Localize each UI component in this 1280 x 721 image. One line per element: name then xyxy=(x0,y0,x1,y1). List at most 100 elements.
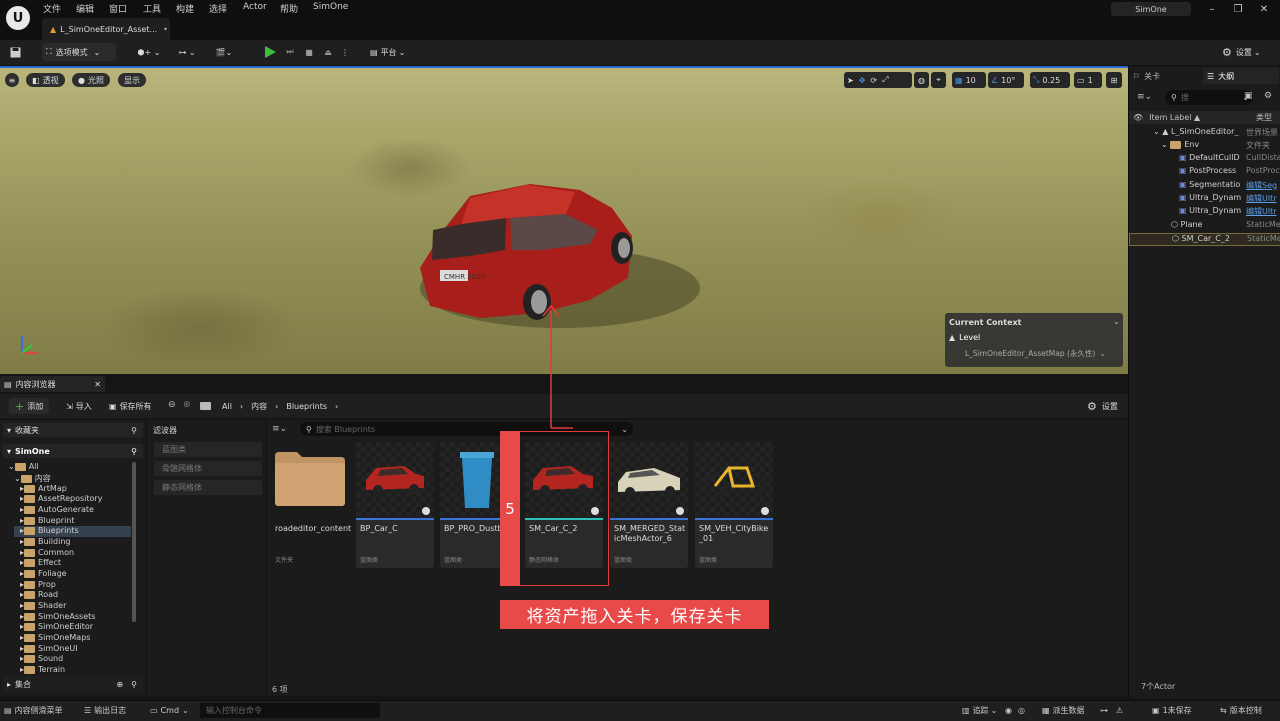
step-icon[interactable]: ⏭ xyxy=(281,43,299,61)
tree-item[interactable]: ▸ Terrain xyxy=(20,665,65,674)
world-space-icon[interactable]: ◍ xyxy=(914,72,929,88)
tree-item[interactable]: ▸ Sound xyxy=(20,654,63,665)
search-icon[interactable]: ⚲ xyxy=(131,447,137,456)
camera-speed-button[interactable]: ▭ 1 xyxy=(1074,72,1102,88)
snapshot-icon[interactable]: ◎ xyxy=(1018,706,1025,715)
close-tab-icon[interactable]: ✕ xyxy=(94,380,101,389)
tree-item[interactable]: ▸ Foliage xyxy=(20,569,67,580)
settings-button[interactable]: ⚙ 设置 ⌄ xyxy=(1222,43,1274,61)
context-collapse-icon[interactable]: ⌄ xyxy=(1113,317,1120,326)
filter-static-mesh[interactable]: 静态网格体 xyxy=(154,480,262,495)
console-input[interactable]: 输入控制台命令 xyxy=(200,703,380,718)
outliner-row[interactable]: ▣ Ultra_Dynam 编辑Ultr xyxy=(1129,206,1280,219)
tree-item[interactable]: ▸ Shader xyxy=(20,601,66,612)
more-options-icon[interactable]: ⋮ xyxy=(338,43,352,61)
tree-item[interactable]: ▸ Effect xyxy=(20,558,61,569)
scale-snap-button[interactable]: ⤡ 0.25 xyxy=(1030,72,1070,88)
lit-mode-button[interactable]: ● 光照 xyxy=(72,73,110,87)
cmd-select[interactable]: ▭ Cmd ⌄ xyxy=(150,703,189,718)
source-control-button[interactable]: ⇆ 版本控制 xyxy=(1220,703,1262,718)
add-folder-icon[interactable]: ▣ xyxy=(1244,91,1253,101)
outliner-row[interactable]: ▣ PostProcess PostProc xyxy=(1129,166,1280,179)
move-icon[interactable]: ✥ xyxy=(859,76,866,85)
add-collection-icon[interactable]: ⊕ xyxy=(116,680,123,689)
add-button[interactable]: + 添加 xyxy=(9,398,50,414)
visibility-eye-icon[interactable]: 👁 xyxy=(1133,113,1143,122)
platform-button[interactable]: ▤ 平台 ⌄ xyxy=(370,43,420,61)
asset-tile[interactable]: BP_Car_C 蓝图类 xyxy=(356,442,434,568)
import-button[interactable]: ⇲ 导入 xyxy=(66,398,92,414)
menu-help[interactable]: 帮助 xyxy=(280,2,298,15)
mode-select-button[interactable]: ⛶ 选项模式 ⌄ xyxy=(42,43,116,61)
menu-edit[interactable]: 编辑 xyxy=(76,2,94,15)
grid-snap-button[interactable]: ▦ 10 xyxy=(952,72,986,88)
outliner-row-selected[interactable]: ⬡ SM_Car_C_2 StaticMe xyxy=(1129,233,1280,246)
rotate-icon[interactable]: ⟳ xyxy=(870,76,877,85)
outliner-search-input[interactable]: ⚲ 搜 ⌄ xyxy=(1165,90,1253,105)
asset-tile[interactable]: SM_MERGED_StaticMeshActor_6 蓝图类 xyxy=(610,442,688,568)
maximize-icon[interactable]: ❐ xyxy=(1227,2,1249,16)
menu-tools[interactable]: 工具 xyxy=(143,2,161,15)
menu-select[interactable]: 选择 xyxy=(209,2,227,15)
tree-item[interactable]: ▸ SimOneEditor xyxy=(20,622,93,633)
tree-item[interactable]: ▸ Road xyxy=(20,590,58,601)
scale-icon[interactable]: ⤢ xyxy=(882,75,888,85)
tree-item[interactable]: ▸ SimOneMaps xyxy=(20,633,90,644)
tree-item[interactable]: ⌄ All xyxy=(8,462,39,473)
viewport-layout-icon[interactable]: ⊞ xyxy=(1106,72,1122,88)
content-browser-tab[interactable]: ▤ 内容浏览器 ✕ xyxy=(0,376,105,392)
outliner-row[interactable]: ⌄ Env 文件夹 xyxy=(1129,140,1280,153)
menu-window[interactable]: 窗口 xyxy=(109,2,127,15)
history-back-icon[interactable]: ⊖ xyxy=(168,400,176,410)
context-map-select[interactable]: L_SimOneEditor_AssetMap (永久性) ⌄ xyxy=(965,348,1106,359)
asset-filter-icon[interactable]: ≡⌄ xyxy=(272,424,287,434)
outliner-row[interactable]: ▣ DefaultCullD CullDista xyxy=(1129,153,1280,166)
cinematics-icon[interactable]: 🎬⌄ xyxy=(210,43,238,61)
blueprint-icon[interactable]: ⊶ ⌄ xyxy=(173,43,201,61)
outliner-row[interactable]: ⬡ Plane StaticMe xyxy=(1129,220,1280,233)
tab-level[interactable]: ⚐ 关卡 xyxy=(1133,69,1160,83)
asset-tile[interactable]: SM_VEH_CityBike_01 蓝图类 xyxy=(695,442,773,568)
tree-item[interactable]: ⌄ 内容 xyxy=(14,473,51,484)
search-icon[interactable]: ⚲ xyxy=(131,426,137,435)
tree-item[interactable]: ▸ AssetRepository xyxy=(20,494,102,505)
minimize-icon[interactable]: – xyxy=(1201,2,1223,16)
select-arrow-icon[interactable]: ➤ xyxy=(847,76,854,85)
content-settings-button[interactable]: ⚙ 设置 xyxy=(1087,398,1118,414)
col-type[interactable]: 类型 xyxy=(1256,112,1272,123)
asset-folder-tile[interactable]: roadeditor_content 文件夹 xyxy=(271,442,351,568)
rotation-snap-button[interactable]: ∠ 10° xyxy=(988,72,1024,88)
tree-item-selected[interactable]: ▸ Blueprints xyxy=(14,526,131,537)
tree-scrollbar[interactable] xyxy=(132,462,136,622)
surface-snap-icon[interactable]: ⌖ xyxy=(931,72,946,88)
unreal-logo-icon[interactable]: U xyxy=(6,6,30,30)
filter-skeletal-mesh[interactable]: 骨骼网格体 xyxy=(154,461,262,476)
menu-build[interactable]: 构建 xyxy=(176,2,194,15)
output-log-button[interactable]: ☰ 输出日志 xyxy=(84,703,126,718)
content-drawer-button[interactable]: ▤ 内容侧滑菜单 xyxy=(4,703,63,718)
viewport-menu-icon[interactable]: ≡ xyxy=(5,73,19,87)
stop-icon[interactable]: ■ xyxy=(300,43,318,61)
col-item-label[interactable]: Item Label ▲ xyxy=(1149,113,1200,122)
perspective-button[interactable]: ◧ 透视 xyxy=(26,73,65,87)
save-icon[interactable] xyxy=(6,43,24,61)
tree-item[interactable]: ▸ Building xyxy=(20,537,70,548)
unsaved-button[interactable]: ▣ 1未保存 xyxy=(1152,703,1192,718)
outliner-row[interactable]: ▣ Ultra_Dynam 编辑Ultr xyxy=(1129,193,1280,206)
tree-item[interactable]: ▸ AutoGenerate xyxy=(20,505,94,516)
outliner-row-type-link[interactable]: 编辑Ultr xyxy=(1246,193,1280,204)
outliner-filter-icon[interactable]: ≡⌄ xyxy=(1137,92,1152,102)
outliner-row[interactable]: ⌄ ▲ L_SimOneEditor_ 世界场景 xyxy=(1129,127,1280,140)
collections-header[interactable]: ▸ 集合 ⊕ ⚲ xyxy=(3,676,143,692)
notification-icon[interactable]: ⚠ xyxy=(1116,706,1123,715)
network-icon[interactable]: ⊶ xyxy=(1100,706,1108,715)
derived-data-button[interactable]: ▦ 派生数据 xyxy=(1042,703,1085,718)
record-icon[interactable]: ◉ xyxy=(1005,706,1012,715)
search-icon[interactable]: ⚲ xyxy=(131,680,137,689)
menu-simone[interactable]: SimOne xyxy=(313,2,348,12)
eject-icon[interactable]: ⏏ xyxy=(319,43,337,61)
trace-button[interactable]: ▥ 追踪 ⌄ xyxy=(962,703,997,718)
tab-outline[interactable]: ☰ 大纲 xyxy=(1203,68,1279,84)
play-icon[interactable] xyxy=(261,43,279,61)
breadcrumb-item[interactable]: Blueprints xyxy=(286,402,327,411)
